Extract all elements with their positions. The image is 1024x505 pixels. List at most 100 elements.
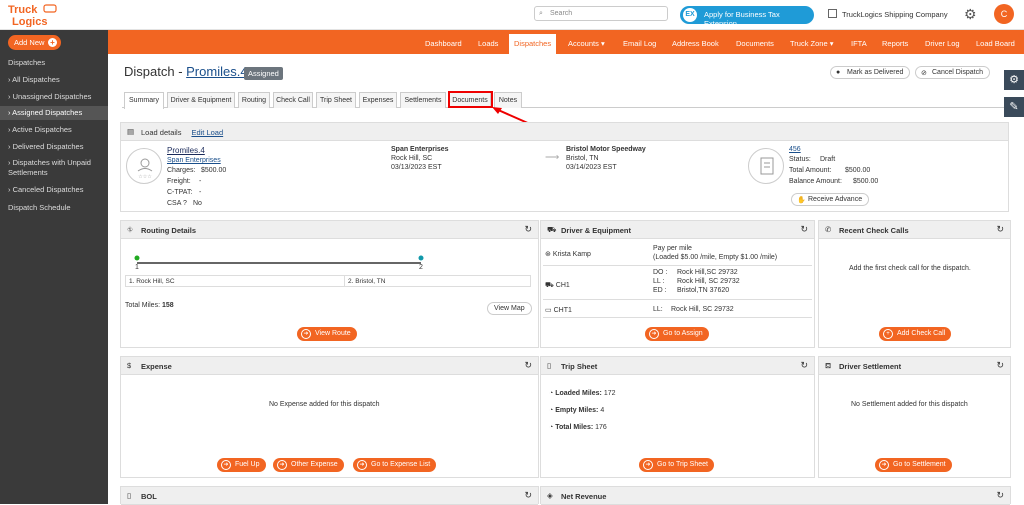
total-miles: Total Miles: 158 xyxy=(125,302,174,309)
invoice-link[interactable]: 456 xyxy=(789,146,801,153)
truck-row: ⛟ CH1 xyxy=(545,281,570,290)
refresh-icon[interactable]: ↻ xyxy=(524,490,532,501)
nav-dashboard[interactable]: Dashboard xyxy=(425,39,462,48)
sidebar-item-unpaid-settlements[interactable]: › Dispatches with Unpaid Settlements xyxy=(0,158,100,178)
refresh-icon[interactable]: ↻ xyxy=(524,224,532,235)
empty-miles-label: Empty Miles: xyxy=(555,407,599,414)
search-input[interactable]: ⌕ Search xyxy=(534,6,668,21)
ll-value: Rock Hill, SC 29732 xyxy=(677,278,740,285)
nav-dispatches[interactable]: Dispatches xyxy=(509,34,557,54)
view-map-button[interactable]: View Map xyxy=(487,302,532,315)
nav-reports[interactable]: Reports xyxy=(882,39,908,48)
dispatch-link[interactable]: Promiles.4 xyxy=(186,64,247,79)
fuel-up-label: Fuel Up xyxy=(235,461,260,468)
trucklogics-logo[interactable]: Truck Logics xyxy=(8,3,60,28)
ctpat-label: C-TPAT: xyxy=(167,189,193,196)
cancel-dispatch-button[interactable]: ⊘ Cancel Dispatch xyxy=(915,66,990,79)
load-name-link[interactable]: Promiles.4 xyxy=(167,146,205,155)
cancel-icon: ⊘ xyxy=(921,70,927,77)
check-calls-empty-text: Add the first check call for the dispatc… xyxy=(849,265,971,272)
arrow-circle-icon: ➜ xyxy=(357,460,367,470)
refresh-icon[interactable]: ↻ xyxy=(996,224,1004,235)
sidebar-item-label: Unassigned Dispatches xyxy=(12,92,92,101)
other-expense-label: Other Expense xyxy=(291,461,338,468)
tab-driver-equipment[interactable]: Driver & Equipment xyxy=(167,92,235,108)
company-selector[interactable]: TruckLogics Shipping Company xyxy=(828,9,948,19)
side-settings-icon[interactable]: ⚙ xyxy=(1004,70,1024,90)
building-icon xyxy=(828,9,837,18)
tab-summary[interactable]: Summary xyxy=(124,92,164,109)
tab-routing[interactable]: Routing xyxy=(238,92,270,108)
expense-card: $ Expense ↻ No Expense added for this disp… xyxy=(120,356,539,478)
refresh-icon[interactable]: ↻ xyxy=(996,490,1004,501)
tab-trip-sheet[interactable]: Trip Sheet xyxy=(316,92,356,108)
edit-load-link[interactable]: Edit Load xyxy=(191,128,223,137)
invoice-status-label: Status: xyxy=(789,156,811,163)
nav-load-board[interactable]: Load Board xyxy=(976,39,1015,48)
tab-check-call[interactable]: Check Call xyxy=(273,92,313,108)
receive-advance-button[interactable]: ✋ Receive Advance xyxy=(791,193,870,206)
money-icon: $ xyxy=(127,361,132,370)
total-miles-label: Total Miles: xyxy=(125,302,161,309)
driver-header: ⛟ Driver & Equipment ↻ xyxy=(541,221,814,239)
stop-address-1: 1. Rock Hill, SC xyxy=(129,278,175,285)
arrow-circle-icon: ➜ xyxy=(221,460,231,470)
trip-sheet-header: ▯ Trip Sheet ↻ xyxy=(541,357,814,375)
nav-truck-zone[interactable]: Truck Zone ▾ xyxy=(790,39,834,48)
row-divider xyxy=(543,317,812,318)
drop-name: Bristol Motor Speedway xyxy=(566,146,646,153)
sidebar-section-dispatches[interactable]: Dispatches xyxy=(0,58,108,67)
view-route-label: View Route xyxy=(315,330,351,337)
net-revenue-card: ◈ Net Revenue ↻ xyxy=(540,486,1011,505)
other-expense-button[interactable]: ➜ Other Expense xyxy=(273,458,344,472)
nav-ifta[interactable]: IFTA xyxy=(851,39,867,48)
go-to-trip-sheet-button[interactable]: ➜ Go to Trip Sheet xyxy=(639,458,714,472)
expense-list-button[interactable]: ➜ Go to Expense List xyxy=(353,458,437,472)
tab-expenses[interactable]: Expenses xyxy=(359,92,397,108)
tab-settlements[interactable]: Settlements xyxy=(400,92,446,108)
pickup-date: 03/13/2023 EST xyxy=(391,164,442,171)
view-route-button[interactable]: ➜ View Route xyxy=(297,327,357,341)
refresh-icon[interactable]: ↻ xyxy=(524,360,532,371)
nav-accounts-label: Accounts xyxy=(568,39,599,48)
top-bar: Truck Logics ⌕ Search EX Apply for Business… xyxy=(0,0,1024,30)
nav-loads[interactable]: Loads xyxy=(478,39,498,48)
go-to-assign-button[interactable]: ➜ Go to Assign xyxy=(645,327,709,341)
go-to-settlement-button[interactable]: ➜ Go to Settlement xyxy=(875,458,952,472)
trip-sheet-title: Trip Sheet xyxy=(561,362,598,371)
mark-delivered-button[interactable]: ● Mark as Delivered xyxy=(830,66,911,79)
refresh-icon[interactable]: ↻ xyxy=(800,360,808,371)
add-check-call-button[interactable]: + Add Check Call xyxy=(879,327,952,341)
nav-documents[interactable]: Documents xyxy=(736,39,774,48)
chevron-down-icon: ▾ xyxy=(600,39,605,48)
nav-driver-log[interactable]: Driver Log xyxy=(925,39,960,48)
arrow-circle-icon: ➜ xyxy=(879,460,889,470)
title-prefix: Dispatch - xyxy=(124,64,187,79)
sidebar-item-delivered[interactable]: › Delivered Dispatches xyxy=(0,142,108,151)
settings-gear-icon[interactable]: ⚙ xyxy=(964,6,977,23)
do-value: Rock Hill,SC 29732 xyxy=(677,269,738,276)
sidebar-item-active[interactable]: › Active Dispatches xyxy=(0,125,108,134)
sidebar-item-canceled[interactable]: › Canceled Dispatches xyxy=(0,185,108,194)
sidebar-item-all-dispatches[interactable]: › All Dispatches xyxy=(0,74,108,90)
fuel-up-button[interactable]: ➜ Fuel Up xyxy=(217,458,266,472)
sidebar-item-dispatch-schedule[interactable]: Dispatch Schedule xyxy=(0,203,108,212)
refresh-icon[interactable]: ↻ xyxy=(996,360,1004,371)
add-new-button[interactable]: Add New + xyxy=(8,35,61,50)
nav-email-log[interactable]: Email Log xyxy=(623,39,656,48)
side-notes-icon[interactable]: ✎ xyxy=(1004,97,1024,117)
charges-label: Charges: xyxy=(167,167,196,174)
sidebar-item-unassigned[interactable]: › Unassigned Dispatches xyxy=(0,91,108,107)
customer-link[interactable]: Span Enterprises xyxy=(167,157,221,164)
arrow-circle-icon: ➜ xyxy=(301,329,311,339)
refresh-icon[interactable]: ↻ xyxy=(800,224,808,235)
odometer-icon: ◔ xyxy=(549,390,554,397)
sidebar-item-assigned[interactable]: › Assigned Dispatches xyxy=(0,106,108,120)
search-icon: ⌕ xyxy=(539,10,543,17)
user-avatar[interactable]: C xyxy=(994,4,1014,24)
plus-circle-icon: + xyxy=(883,329,893,339)
nav-address-book[interactable]: Address Book xyxy=(672,39,719,48)
nav-accounts[interactable]: Accounts ▾ xyxy=(568,39,605,48)
tax-extension-button[interactable]: EX Apply for Business Tax Extension xyxy=(680,6,814,28)
clipboard-icon: ▤ xyxy=(127,127,135,136)
